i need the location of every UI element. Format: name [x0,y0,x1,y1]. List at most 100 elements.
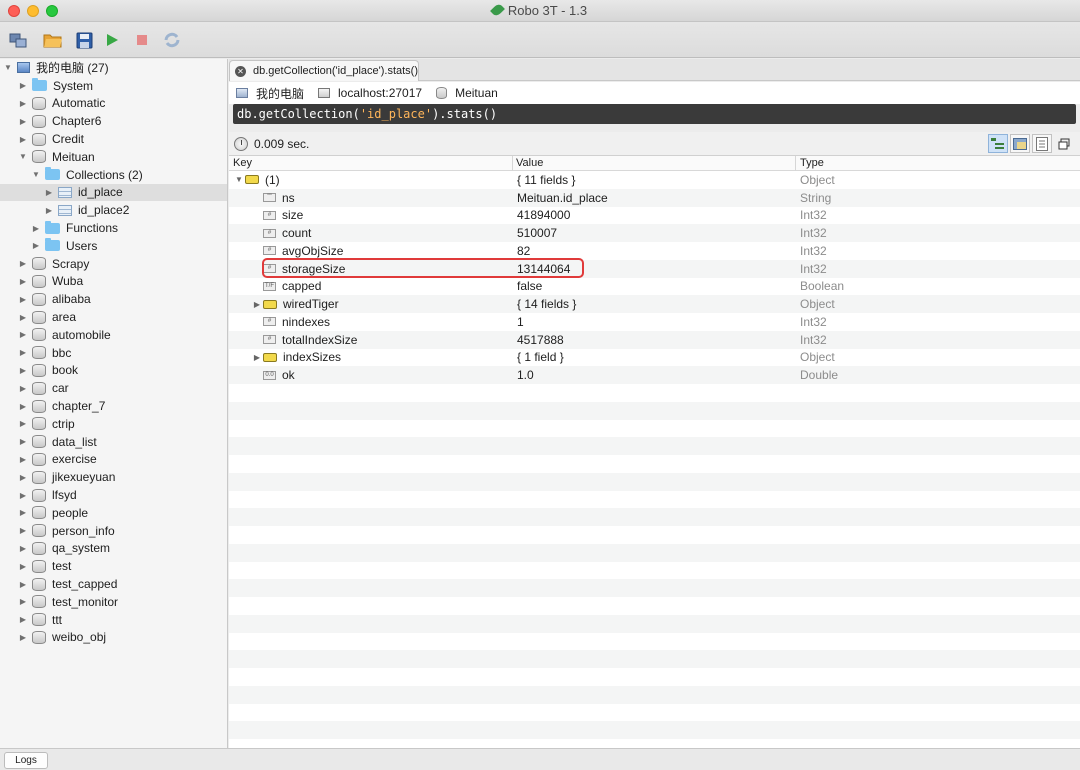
chevron-right-icon[interactable]: ▶ [18,117,28,126]
chevron-right-icon[interactable]: ▶ [44,206,54,215]
tree-item[interactable]: ▶ test_capped [0,575,227,593]
execute-button[interactable] [101,30,123,50]
tree-item[interactable]: ▶ exercise [0,451,227,469]
chevron-right-icon[interactable]: ▶ [18,491,28,500]
tree-item[interactable]: ▶ data_list [0,433,227,451]
chevron-down-icon[interactable]: ▼ [18,152,28,161]
result-row[interactable]: 0.0 ok 1.0 Double [229,366,1080,384]
save-icon [76,32,92,48]
chevron-right-icon[interactable]: ▶ [18,562,28,571]
result-row[interactable]: # size 41894000 Int32 [229,207,1080,225]
tree-view-button[interactable] [988,134,1008,153]
tree-item[interactable]: ▶ Chapter6 [0,112,227,130]
chevron-right-icon[interactable]: ▶ [18,348,28,357]
chevron-right-icon[interactable]: ▶ [18,99,28,108]
text-view-button[interactable] [1032,134,1052,153]
tree-item[interactable]: ▶ alibaba [0,290,227,308]
tree-item[interactable]: ▶ weibo_obj [0,629,227,647]
tree-item[interactable]: ▶ ttt [0,611,227,629]
chevron-right-icon[interactable]: ▶ [251,353,263,362]
chevron-down-icon[interactable]: ▼ [31,170,41,179]
tree-item[interactable]: ▶ jikexueyuan [0,468,227,486]
chevron-right-icon[interactable]: ▶ [18,455,28,464]
tree-item[interactable]: ▶ Wuba [0,273,227,291]
tree-item[interactable]: ▼ Collections (2) [0,166,227,184]
chevron-right-icon[interactable]: ▶ [18,384,28,393]
result-row[interactable]: ▼ (1) { 11 fields } Object [229,171,1080,189]
chevron-right-icon[interactable]: ▶ [18,437,28,446]
tree-item[interactable]: ▶ Credit [0,130,227,148]
chevron-right-icon[interactable]: ▶ [31,241,41,250]
chevron-right-icon[interactable]: ▶ [18,508,28,517]
connection-computer: 我的电脑 [229,85,304,102]
header-value[interactable]: Value [516,157,543,169]
chevron-right-icon[interactable]: ▶ [251,300,263,309]
tree-item[interactable]: ▶ area [0,308,227,326]
chevron-right-icon[interactable]: ▶ [18,366,28,375]
result-row[interactable]: # totalIndexSize 4517888 Int32 [229,330,1080,349]
tree-item[interactable]: ▶ Functions [0,219,227,237]
tree-item[interactable]: ▶ Users [0,237,227,255]
table-view-button[interactable] [1010,134,1030,153]
header-key[interactable]: Key [233,157,252,169]
tree-item[interactable]: ▶ bbc [0,344,227,362]
result-row[interactable]: "" ns Meituan.id_place String [229,188,1080,207]
close-icon[interactable]: ✕ [235,65,246,77]
chevron-right-icon[interactable]: ▶ [18,259,28,268]
chevron-right-icon[interactable]: ▶ [18,81,28,90]
result-row[interactable]: ▶ wiredTiger { 14 fields } Object [229,295,1080,313]
result-row[interactable]: # count 510007 Int32 [229,224,1080,242]
tree-item[interactable]: ▶ people [0,504,227,522]
chevron-right-icon[interactable]: ▶ [18,330,28,339]
tree-item[interactable]: ▶ test_monitor [0,593,227,611]
tree-item[interactable]: ▶ automobile [0,326,227,344]
tree-item[interactable]: ▶ test [0,557,227,575]
column-divider[interactable] [512,156,513,171]
tree-item[interactable]: ▶ lfsyd [0,486,227,504]
chevron-right-icon[interactable]: ▶ [18,277,28,286]
tree-item[interactable]: ▶ ctrip [0,415,227,433]
save-button[interactable] [73,30,95,50]
tree-item[interactable]: ▶ chapter_7 [0,397,227,415]
tree-item[interactable]: ▶ Automatic [0,95,227,113]
tree-item[interactable]: ▶ person_info [0,522,227,540]
query-editor[interactable]: db.getCollection('id_place').stats() [233,104,1076,124]
chevron-right-icon[interactable]: ▶ [18,135,28,144]
header-type[interactable]: Type [800,157,824,169]
chevron-right-icon[interactable]: ▶ [18,597,28,606]
connect-button[interactable] [7,30,29,50]
chevron-right-icon[interactable]: ▶ [18,526,28,535]
tree-item[interactable]: ▶ id_place2 [0,201,227,219]
logs-button[interactable]: Logs [4,752,48,769]
chevron-right-icon[interactable]: ▶ [44,188,54,197]
chevron-right-icon[interactable]: ▶ [18,633,28,642]
stop-button[interactable] [131,30,153,50]
tree-item[interactable]: ▶ car [0,379,227,397]
result-row[interactable]: ▶ indexSizes { 1 field } Object [229,349,1080,367]
tree-item[interactable]: ▶ System [0,77,227,95]
chevron-right-icon[interactable]: ▶ [18,295,28,304]
chevron-right-icon[interactable]: ▶ [18,419,28,428]
chevron-right-icon[interactable]: ▶ [18,615,28,624]
tree-item[interactable]: ▶ qa_system [0,540,227,558]
chevron-down-icon[interactable]: ▼ [3,63,13,72]
tree-item[interactable]: ▶ id_place [0,183,227,202]
chevron-right-icon[interactable]: ▶ [18,544,28,553]
rotate-button[interactable] [161,30,183,50]
tree-item[interactable]: ▼ Meituan [0,148,227,166]
column-divider[interactable] [795,156,796,171]
tree-item[interactable]: ▶ Scrapy [0,255,227,273]
chevron-right-icon[interactable]: ▶ [18,473,28,482]
maximize-results-button[interactable] [1054,134,1074,153]
chevron-right-icon[interactable]: ▶ [18,402,28,411]
chevron-right-icon[interactable]: ▶ [31,224,41,233]
chevron-right-icon[interactable]: ▶ [18,313,28,322]
result-row[interactable]: # nindexes 1 Int32 [229,313,1080,331]
tree-item[interactable]: ▶ book [0,362,227,380]
tree-root[interactable]: ▼ 我的电脑 (27) [0,59,227,77]
chevron-right-icon[interactable]: ▶ [18,580,28,589]
result-row[interactable]: T/F capped false Boolean [229,278,1080,296]
open-button[interactable] [42,30,64,50]
tab-query-stats[interactable]: ✕ db.getCollection('id_place').stats() [229,60,419,81]
chevron-down-icon[interactable]: ▼ [233,175,245,184]
